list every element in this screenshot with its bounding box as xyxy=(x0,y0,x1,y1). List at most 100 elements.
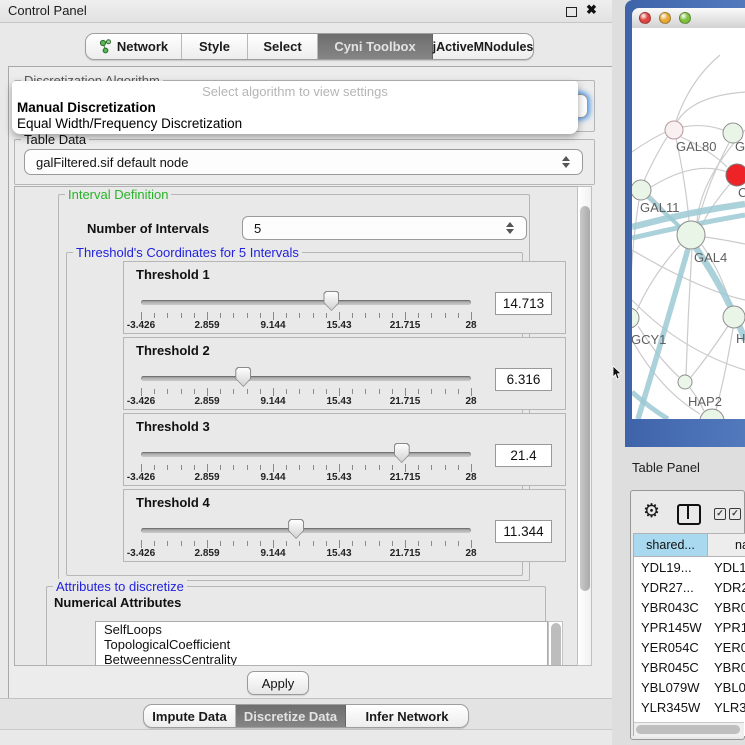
algorithm-option[interactable]: Manual Discretization xyxy=(16,100,577,116)
table-row[interactable]: YDL19...YDL1 xyxy=(634,557,745,577)
number-of-intervals-value: 5 xyxy=(254,221,261,236)
interval-definition-group: Interval Definition Number of Intervals … xyxy=(58,194,530,581)
app-window: Control Panel ✖ NetworkStyleSelectCyni T… xyxy=(0,0,745,745)
attributes-list-scrollbar[interactable] xyxy=(548,621,563,666)
threshold-slider-track[interactable] xyxy=(141,300,471,305)
tab-label: jActiveMNodules xyxy=(433,40,534,54)
table-row[interactable]: YLR345WYLR3 xyxy=(634,697,745,717)
threshold-label: Threshold 1 xyxy=(136,267,210,282)
apply-button-label: Apply xyxy=(262,676,295,691)
slider-tick xyxy=(458,389,459,394)
network-edge xyxy=(632,250,745,300)
slider-tick xyxy=(326,389,327,394)
tab-label: Select xyxy=(263,39,301,54)
threshold-slider-track[interactable] xyxy=(141,376,471,381)
column-view-icon[interactable] xyxy=(677,504,701,525)
slider-tick xyxy=(233,541,234,546)
tab-network[interactable]: Network xyxy=(86,34,182,59)
network-node[interactable] xyxy=(632,180,651,200)
threshold-label: Threshold 4 xyxy=(136,495,210,510)
settings-scroll-thumb[interactable] xyxy=(580,206,590,591)
slider-tick xyxy=(339,464,340,472)
node-attribute-table[interactable]: shared...na YDL19...YDL1YDR27...YDR2YBR0… xyxy=(633,533,745,736)
network-node[interactable] xyxy=(678,375,692,389)
minimize-traffic-light[interactable] xyxy=(659,12,671,24)
table-row[interactable]: YBL079WYBL0 xyxy=(634,677,745,697)
network-node[interactable] xyxy=(726,164,745,186)
slider-tick xyxy=(418,541,419,546)
threshold-value-field[interactable]: 6.316 xyxy=(495,368,552,391)
tab-impute-data[interactable]: Impute Data xyxy=(144,705,236,727)
threshold-slider-track[interactable] xyxy=(141,528,471,533)
threshold-slider-thumb[interactable] xyxy=(235,367,251,387)
close-icon[interactable]: ✖ xyxy=(586,2,597,18)
threshold-slider-thumb[interactable] xyxy=(323,291,339,311)
table-cell: YBL079W xyxy=(634,680,708,695)
float-window-icon[interactable] xyxy=(566,7,577,17)
attribute-item[interactable]: TopologicalCoefficient xyxy=(96,637,547,652)
table-column-header[interactable]: shared... xyxy=(634,533,708,557)
slider-tick xyxy=(379,465,380,470)
threshold-row: Threshold 1-3.4262.8599.14415.4321.71528… xyxy=(123,261,566,334)
slider-tick-label: 21.715 xyxy=(390,548,421,559)
threshold-value-field[interactable]: 11.344 xyxy=(495,520,552,543)
table-column-header[interactable]: na xyxy=(708,533,745,557)
numerical-attributes-list[interactable]: SelfLoopsTopologicalCoefficientBetweenne… xyxy=(95,621,548,666)
table-data-combo[interactable]: galFiltered.sif default node xyxy=(24,149,583,175)
threshold-value-field[interactable]: 14.713 xyxy=(495,292,552,315)
slider-tick xyxy=(181,313,182,318)
slider-tick xyxy=(445,541,446,546)
tab-style[interactable]: Style xyxy=(182,34,248,59)
network-canvas[interactable]: GAL80GCGAL11GAL4GCY1HHAP2 xyxy=(632,28,745,419)
combo-spinner-icon[interactable] xyxy=(562,156,570,168)
checkbox-icon[interactable]: ✓ xyxy=(714,508,726,520)
threshold-slider-thumb[interactable] xyxy=(394,443,410,463)
tab-cyni-toolbox[interactable]: Cyni Toolbox xyxy=(318,34,433,59)
threshold-value-field[interactable]: 21.4 xyxy=(495,444,552,467)
network-node[interactable] xyxy=(723,306,745,328)
close-traffic-light[interactable] xyxy=(639,12,651,24)
network-graph: GAL80GCGAL11GAL4GCY1HHAP2 xyxy=(632,28,745,419)
slider-tick xyxy=(431,389,432,394)
network-node[interactable] xyxy=(677,221,705,249)
settings-vertical-scrollbar[interactable] xyxy=(577,186,592,666)
algorithm-dropdown-popup: Select algorithm to view settings Manual… xyxy=(12,81,578,134)
tab-infer-network[interactable]: Infer Network xyxy=(346,705,468,727)
number-of-intervals-combo[interactable]: 5 xyxy=(242,216,527,240)
attributes-scroll-thumb[interactable] xyxy=(551,623,561,666)
slider-tick xyxy=(273,312,274,320)
network-edge xyxy=(644,137,667,181)
gear-icon[interactable]: ⚙ xyxy=(643,500,660,522)
table-horizontal-scrollbar[interactable] xyxy=(634,722,744,737)
table-row[interactable]: YER054CYER0 xyxy=(634,637,745,657)
slider-tick xyxy=(405,312,406,320)
thumb-face xyxy=(324,292,338,310)
network-node-label: C xyxy=(738,185,745,200)
network-node[interactable] xyxy=(632,308,639,328)
table-hscroll-thumb[interactable] xyxy=(636,725,740,734)
algorithm-option[interactable]: Equal Width/Frequency Discretization xyxy=(16,116,577,132)
slider-tick xyxy=(220,389,221,394)
checkbox-icon[interactable]: ✓ xyxy=(729,508,741,520)
table-row[interactable]: YBR043CYBR0 xyxy=(634,597,745,617)
table-row[interactable]: YDR27...YDR2 xyxy=(634,577,745,597)
threshold-slider-thumb[interactable] xyxy=(288,519,304,539)
table-cell: YBR0 xyxy=(708,600,745,615)
tab-discretize-data[interactable]: Discretize Data xyxy=(236,705,346,727)
zoom-traffic-light[interactable] xyxy=(679,12,691,24)
apply-button[interactable]: Apply xyxy=(247,671,309,695)
network-icon xyxy=(99,39,112,54)
attribute-item[interactable]: SelfLoops xyxy=(96,622,547,637)
slider-tick xyxy=(313,465,314,470)
tab-jactivemnodules[interactable]: jActiveMNodules xyxy=(433,34,533,59)
network-edge xyxy=(686,249,692,375)
attribute-item[interactable]: BetweennessCentrality xyxy=(96,652,547,666)
tab-select[interactable]: Select xyxy=(248,34,318,59)
table-row[interactable]: YPR145WYPR1 xyxy=(634,617,745,637)
combo-spinner-icon[interactable] xyxy=(506,222,514,234)
table-row[interactable]: YBR045CYBR0 xyxy=(634,657,745,677)
threshold-slider-track[interactable] xyxy=(141,452,471,457)
table-cell: YDL19... xyxy=(634,560,708,575)
network-node[interactable] xyxy=(665,121,683,139)
table-panel-title: Table Panel xyxy=(632,460,700,475)
